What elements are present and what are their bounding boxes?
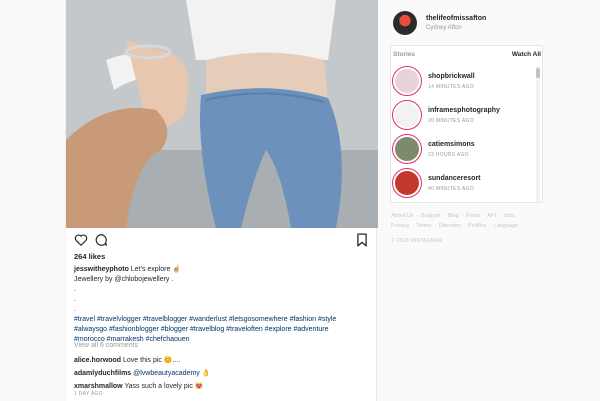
story-ring[interactable] [392,100,422,130]
story-item[interactable]: sundanceresort 40 MINUTES AGO [392,168,532,198]
bookmark-icon[interactable] [356,233,372,249]
story-username[interactable]: sundanceresort [428,175,481,182]
caption-jewellery: Jewellery by @chlobojewellery . [74,276,174,283]
comments-section: View all 6 comments alice.horwood Love t… [74,341,370,395]
story-item[interactable]: catiemsimons 23 HOURS AGO [392,134,532,164]
caption-dot: . [74,296,76,303]
caption-dot: . [74,286,76,293]
footer-link[interactable]: Press [466,213,480,219]
post-photo[interactable] [66,0,378,228]
caption-dot: . [74,306,76,313]
comment-item: adamlyduchfilms @lvwbeautyacademy 👌 [74,369,370,379]
story-time: 14 MINUTES AGO [428,84,474,90]
profile-full-name: Cydney Afton [426,25,462,31]
footer-links: About Us · Support · Blog · Press · API · Job… [391,213,521,229]
post-timestamp[interactable]: 1 DAY AGO [74,391,103,397]
footer-link[interactable]: Profiles [468,223,486,229]
post-caption: jesswitheyphoto Let’s explore ☝🏼 Jewelle… [74,265,370,345]
story-username[interactable]: catiemsimons [428,141,475,148]
comment-mention[interactable]: @lvwbeautyacademy [133,370,200,377]
footer-link[interactable]: Blog [448,213,459,219]
post-card: 264 likes jesswitheyphoto Let’s explore … [65,0,378,401]
story-avatar [395,103,419,127]
profile-username[interactable]: thelifeofmissafton [426,15,486,22]
footer-link[interactable]: About Us [391,213,414,219]
footer-link[interactable]: Support [421,213,440,219]
hashtags-line[interactable]: #alwaysgo #fashionblogger #blogger #trav… [74,325,370,335]
story-ring[interactable] [392,66,422,96]
like-count[interactable]: 264 likes [74,252,105,261]
avatar[interactable] [393,11,417,35]
comment-item: xmarshmallow Yass such a lovely pic 😻 [74,382,370,392]
story-time: 40 MINUTES AGO [428,186,474,192]
story-avatar [395,69,419,93]
story-time: 20 MINUTES AGO [428,118,474,124]
stories-panel: Stories Watch All shopbrickwall 14 MINUT… [390,45,543,203]
footer-link[interactable]: Directory [439,223,461,229]
post-photo-illustration [66,0,378,228]
view-all-comments-link[interactable]: View all 6 comments [74,341,370,351]
story-avatar [395,171,419,195]
stories-title: Stories [393,51,416,58]
comment-text: 👌 [199,370,211,377]
caption-author[interactable]: jesswitheyphoto [74,266,129,273]
post-actions [74,233,370,251]
comment-user[interactable]: adamlyduchfilms [74,370,131,377]
scrollbar-thumb[interactable] [536,68,540,78]
comment-text: Love this pic 😊.... [123,357,181,364]
comment-item: alice.horwood Love this pic 😊.... [74,356,370,366]
comment-user[interactable]: alice.horwood [74,357,121,364]
story-item[interactable]: shopbrickwall 14 MINUTES AGO [392,66,532,96]
copyright: © 2018 INSTAGRAM [391,238,443,244]
footer-link[interactable]: Language [494,223,518,229]
caption-text: Let’s explore ☝🏼 [130,266,182,273]
story-time: 23 HOURS AGO [428,152,469,158]
footer-link[interactable]: Privacy [391,223,409,229]
comment-text: Yass such a lovely pic 😻 [124,383,204,390]
watch-all-link[interactable]: Watch All [512,51,541,58]
stories-scrollbar[interactable] [536,66,540,202]
footer-link[interactable]: Terms [416,223,431,229]
story-username[interactable]: inframesphotography [428,107,500,114]
footer-link[interactable]: Jobs [503,213,515,219]
story-avatar [395,137,419,161]
comment-icon[interactable] [94,233,110,249]
story-item[interactable]: inframesphotography 20 MINUTES AGO [392,100,532,130]
comment-user[interactable]: xmarshmallow [74,383,123,390]
right-sidebar: thelifeofmissafton Cydney Afton Stories … [390,0,550,401]
heart-icon[interactable] [74,233,90,249]
current-user-profile[interactable]: thelifeofmissafton Cydney Afton [393,11,550,35]
story-ring[interactable] [392,168,422,198]
footer-link[interactable]: API [487,213,496,219]
story-ring[interactable] [392,134,422,164]
hashtags-line[interactable]: #travel #travelvlogger #travelblogger #w… [74,315,370,325]
story-username[interactable]: shopbrickwall [428,73,475,80]
